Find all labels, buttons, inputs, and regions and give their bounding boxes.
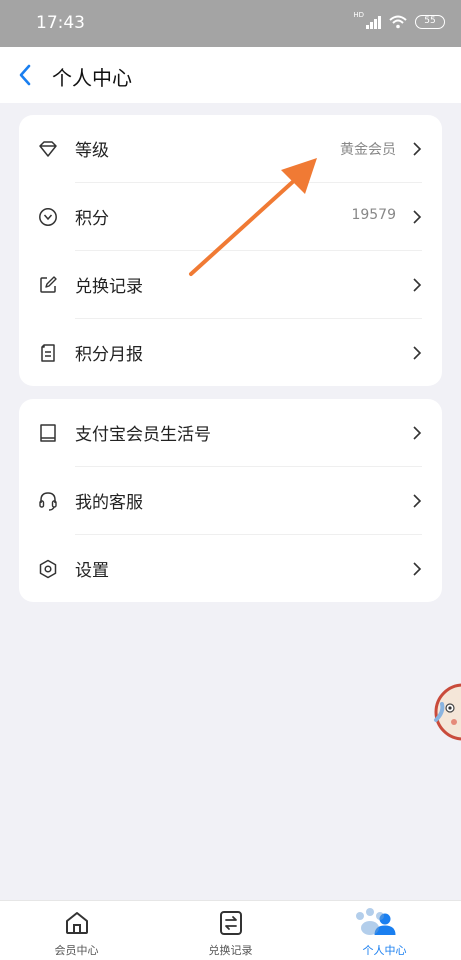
points-value: 19579 — [351, 207, 396, 223]
status-bar: 17:43 HD 55 — [0, 0, 461, 47]
battery-icon: 55 — [415, 15, 445, 29]
headset-icon — [39, 492, 57, 511]
alipay-life-row[interactable]: 支付宝会员生活号 — [19, 399, 442, 467]
monthly-report-label: 积分月报 — [75, 345, 143, 365]
tab-personal-center[interactable]: 个人中心 — [308, 901, 461, 960]
tab-label: 会员中心 — [54, 944, 99, 957]
level-label: 等级 — [75, 141, 109, 161]
chevron-right-icon — [413, 210, 422, 224]
tab-bar: 会员中心 兑换记录 个人中心 — [0, 900, 461, 960]
chevron-right-icon — [413, 494, 422, 508]
settings-label: 设置 — [75, 561, 109, 581]
chevron-right-icon — [413, 142, 422, 156]
points-row[interactable]: 积分 19579 — [19, 183, 442, 251]
home-icon — [66, 912, 88, 934]
tab-label: 个人中心 — [362, 944, 407, 957]
customer-service-row[interactable]: 我的客服 — [19, 467, 442, 535]
chevron-right-icon — [413, 278, 422, 292]
customer-service-label: 我的客服 — [75, 493, 143, 513]
signal-icon — [366, 15, 381, 29]
exchange-record-label: 兑换记录 — [75, 277, 143, 297]
level-value: 黄金会员 — [340, 142, 396, 158]
member-info-card: 等级 黄金会员 积分 19579 兑换记录 积分月报 — [19, 115, 442, 386]
person-icon — [374, 913, 396, 935]
nav-bar: 个人中心 — [0, 47, 461, 103]
alipay-life-label: 支付宝会员生活号 — [75, 425, 211, 445]
bookmark-icon — [40, 424, 56, 442]
back-icon[interactable] — [14, 61, 38, 89]
diamond-icon — [39, 141, 57, 157]
tab-exchange-record[interactable]: 兑换记录 — [154, 901, 307, 960]
exchange-icon — [220, 911, 242, 935]
tab-label: 兑换记录 — [208, 944, 253, 957]
report-icon — [41, 344, 55, 362]
status-time: 17:43 — [36, 13, 85, 33]
exchange-record-row[interactable]: 兑换记录 — [19, 251, 442, 319]
chevron-right-icon — [413, 346, 422, 360]
settings-icon — [39, 559, 57, 579]
edit-icon — [40, 276, 57, 293]
points-icon — [39, 208, 57, 226]
status-icons: HD 55 — [353, 11, 445, 29]
level-row[interactable]: 等级 黄金会员 — [19, 115, 442, 183]
monthly-report-row[interactable]: 积分月报 — [19, 319, 442, 387]
points-label: 积分 — [75, 209, 109, 229]
services-card: 支付宝会员生活号 我的客服 设置 — [19, 399, 442, 602]
chevron-right-icon — [413, 562, 422, 576]
page-title: 个人中心 — [52, 66, 132, 90]
chevron-right-icon — [413, 426, 422, 440]
network-label: HD — [353, 11, 364, 19]
floating-mascot-icon[interactable] — [430, 682, 461, 744]
tab-member-center[interactable]: 会员中心 — [0, 901, 153, 960]
settings-row[interactable]: 设置 — [19, 535, 442, 603]
wifi-icon — [389, 15, 407, 29]
